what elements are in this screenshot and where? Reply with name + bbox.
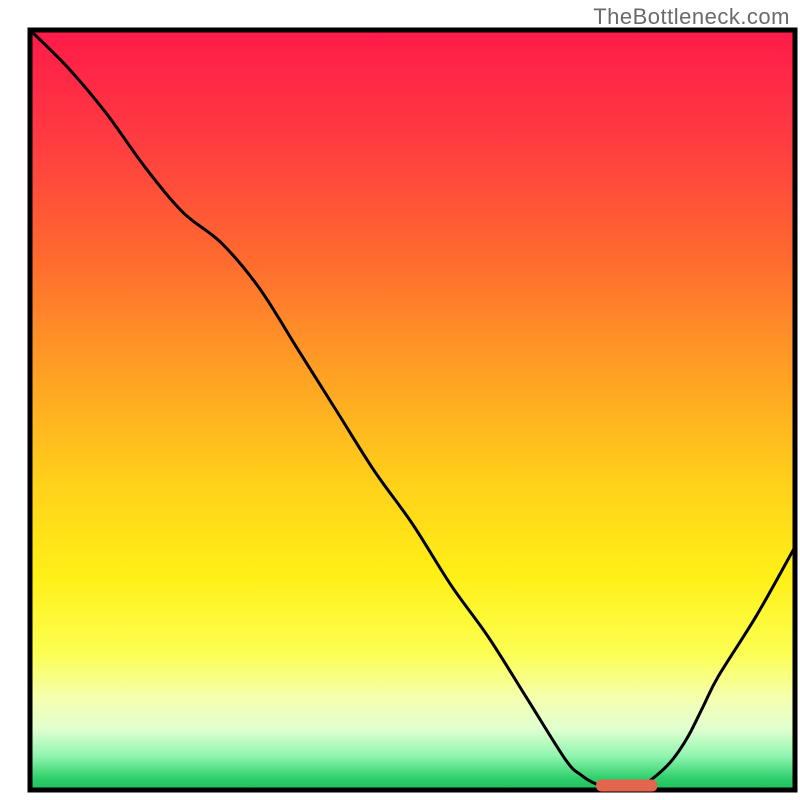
optimal-marker (596, 779, 657, 791)
plot-background (30, 30, 795, 790)
chart-container: { "watermark": "TheBottleneck.com", "cha… (0, 0, 800, 800)
bottleneck-chart (0, 0, 800, 800)
